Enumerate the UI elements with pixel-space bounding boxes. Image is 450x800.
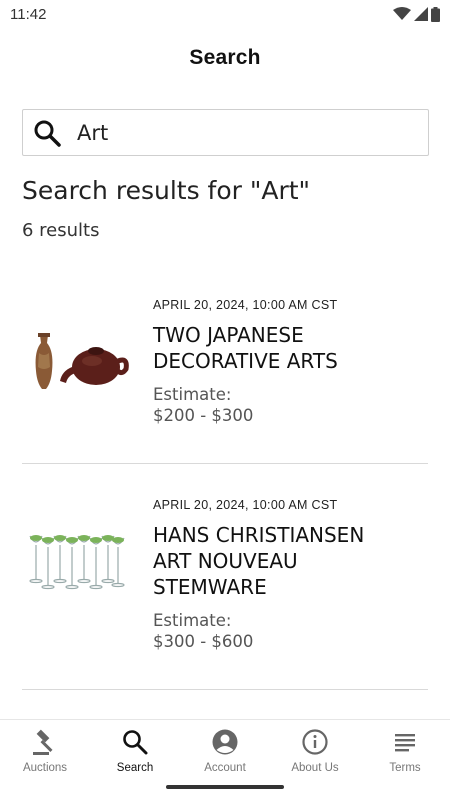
page-title: Search — [189, 46, 261, 69]
estimate-label: Estimate: — [153, 611, 232, 630]
signal-icon — [414, 7, 428, 21]
lot-title-line: DECORATIVE ARTS — [153, 349, 338, 373]
results-heading: Search results for "Art" — [22, 176, 311, 205]
estimate-value: $300 - $600 — [153, 632, 254, 651]
lot-title[interactable]: HANS CHRISTIANSEN ART NOUVEAU STEMWARE — [153, 522, 433, 600]
app-bar: Search — [0, 28, 450, 88]
nav-label: Account — [204, 762, 246, 774]
result-item[interactable]: APRIL 20, 2024, 10:00 AM CST HANS CHRIST… — [22, 498, 428, 678]
battery-icon — [431, 6, 440, 22]
wifi-icon — [393, 7, 411, 20]
nav-label: About Us — [291, 762, 339, 774]
lot-title-line: ART NOUVEAU — [153, 549, 298, 573]
estimate-label: Estimate: — [153, 385, 232, 404]
lot-title-line: HANS CHRISTIANSEN — [153, 523, 365, 547]
home-indicator[interactable] — [166, 785, 284, 789]
search-content[interactable]: Search results for "Art" 6 results APRIL… — [0, 88, 450, 719]
lot-date: APRIL 20, 2024, 10:00 AM CST — [153, 498, 338, 512]
nav-label: Auctions — [22, 762, 68, 774]
lot-info: APRIL 20, 2024, 10:00 AM CST HANS CHRIST… — [153, 498, 433, 652]
search-input[interactable] — [77, 120, 377, 145]
nav-item-terms[interactable]: Terms — [360, 720, 450, 800]
divider — [22, 463, 428, 464]
status-bar: 11:42 — [0, 0, 450, 28]
divider — [22, 689, 428, 690]
search-icon — [33, 119, 61, 147]
gavel-icon — [31, 728, 59, 756]
estimate-value: $200 - $300 — [153, 406, 254, 425]
account-circle-icon — [211, 728, 239, 756]
search-box[interactable] — [22, 109, 429, 156]
lot-info: APRIL 20, 2024, 10:00 AM CST TWO JAPANES… — [153, 298, 433, 426]
lot-title[interactable]: TWO JAPANESE DECORATIVE ARTS — [153, 322, 433, 374]
lot-title-line: TWO JAPANESE — [153, 323, 304, 347]
nav-label: Search — [116, 762, 154, 774]
lot-thumbnail[interactable] — [22, 518, 132, 598]
result-item[interactable]: APRIL 20, 2024, 10:00 AM CST TWO JAPANES… — [22, 298, 428, 448]
results-count: 6 results — [22, 220, 100, 241]
info-icon — [301, 728, 329, 756]
lot-date: APRIL 20, 2024, 10:00 AM CST — [153, 298, 338, 312]
search-icon — [121, 728, 149, 756]
nav-label: Terms — [389, 762, 421, 774]
lot-thumbnail[interactable] — [22, 323, 132, 403]
nav-item-auctions[interactable]: Auctions — [0, 720, 90, 800]
lot-title-line: STEMWARE — [153, 575, 267, 599]
menu-lines-icon — [391, 728, 419, 756]
status-icons — [393, 6, 440, 22]
status-time: 11:42 — [10, 5, 47, 23]
